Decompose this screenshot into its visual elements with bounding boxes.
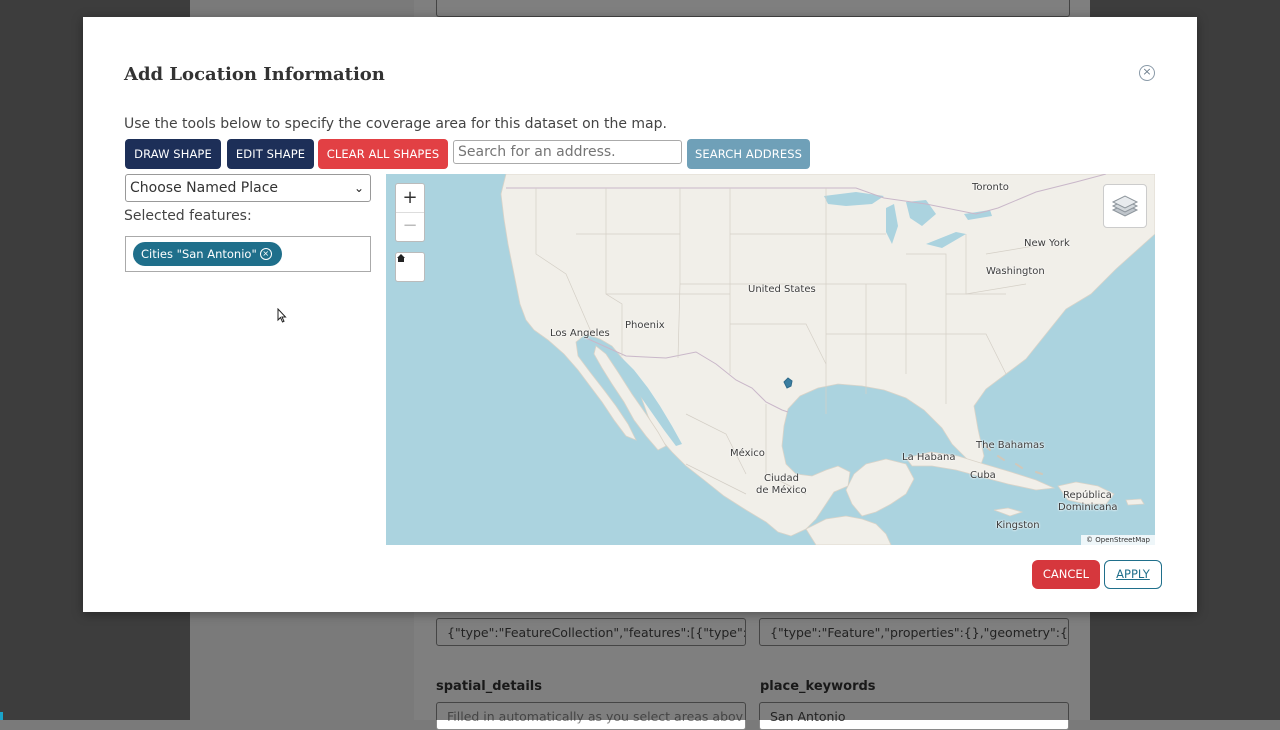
label-la-habana: La Habana xyxy=(902,452,956,463)
address-search-input[interactable] xyxy=(453,140,682,164)
draw-shape-button[interactable]: DRAW SHAPE xyxy=(125,139,221,169)
home-icon[interactable] xyxy=(395,252,425,282)
label-dominicana: Dominicana xyxy=(1058,502,1118,513)
label-washington: Washington xyxy=(986,266,1045,277)
selected-features-box: Cities "San Antonio" × xyxy=(125,236,371,272)
label-los-angeles: Los Angeles xyxy=(550,328,610,339)
apply-button[interactable]: APPLY xyxy=(1104,560,1162,589)
zoom-in-button[interactable]: + xyxy=(396,184,424,213)
label-the-bahamas: The Bahamas xyxy=(976,440,1045,451)
modal-title: Add Location Information xyxy=(124,64,385,85)
selected-features-label: Selected features: xyxy=(124,208,252,224)
remove-feature-icon[interactable]: × xyxy=(259,247,272,260)
label-de-mexico: de México xyxy=(756,485,807,496)
chevron-down-icon: ⌄ xyxy=(353,181,364,195)
add-location-modal: Add Location Information × Use the tools… xyxy=(83,17,1197,612)
named-place-select[interactable]: Choose Named Place ⌄ xyxy=(125,174,371,202)
land-puerto-rico xyxy=(1125,498,1145,506)
clear-all-shapes-button[interactable]: CLEAR ALL SHAPES xyxy=(318,139,448,169)
label-new-york: New York xyxy=(1024,238,1070,249)
cancel-button[interactable]: CANCEL xyxy=(1032,560,1100,589)
label-ciudad: Ciudad xyxy=(764,473,799,484)
label-phoenix: Phoenix xyxy=(625,320,665,331)
land-central-america xyxy=(805,515,892,545)
layers-icon[interactable] xyxy=(1103,184,1147,228)
label-republica: República xyxy=(1063,490,1112,501)
land-yucatan xyxy=(845,458,915,517)
label-united-states: United States xyxy=(748,284,816,295)
mouse-cursor-icon xyxy=(277,308,287,323)
label-toronto: Toronto xyxy=(972,182,1009,193)
edge-marker xyxy=(0,712,3,720)
zoom-control: + − xyxy=(395,183,425,242)
search-address-button[interactable]: SEARCH ADDRESS xyxy=(687,139,810,169)
map-attribution[interactable]: © OpenStreetMap xyxy=(1081,535,1155,545)
feature-chip: Cities "San Antonio" × xyxy=(133,242,282,266)
map-view[interactable]: Toronto New York Washington United State… xyxy=(386,174,1155,545)
land-jamaica xyxy=(993,507,1024,517)
label-kingston: Kingston xyxy=(996,520,1040,531)
close-icon[interactable]: × xyxy=(1139,65,1155,81)
named-place-selected: Choose Named Place xyxy=(130,180,278,196)
feature-chip-label: Cities "San Antonio" xyxy=(141,247,257,261)
zoom-out-button[interactable]: − xyxy=(396,213,424,241)
instructions-text: Use the tools below to specify the cover… xyxy=(124,116,667,132)
label-mexico: México xyxy=(730,448,765,459)
edit-shape-button[interactable]: EDIT SHAPE xyxy=(227,139,314,169)
label-cuba: Cuba xyxy=(970,470,996,481)
